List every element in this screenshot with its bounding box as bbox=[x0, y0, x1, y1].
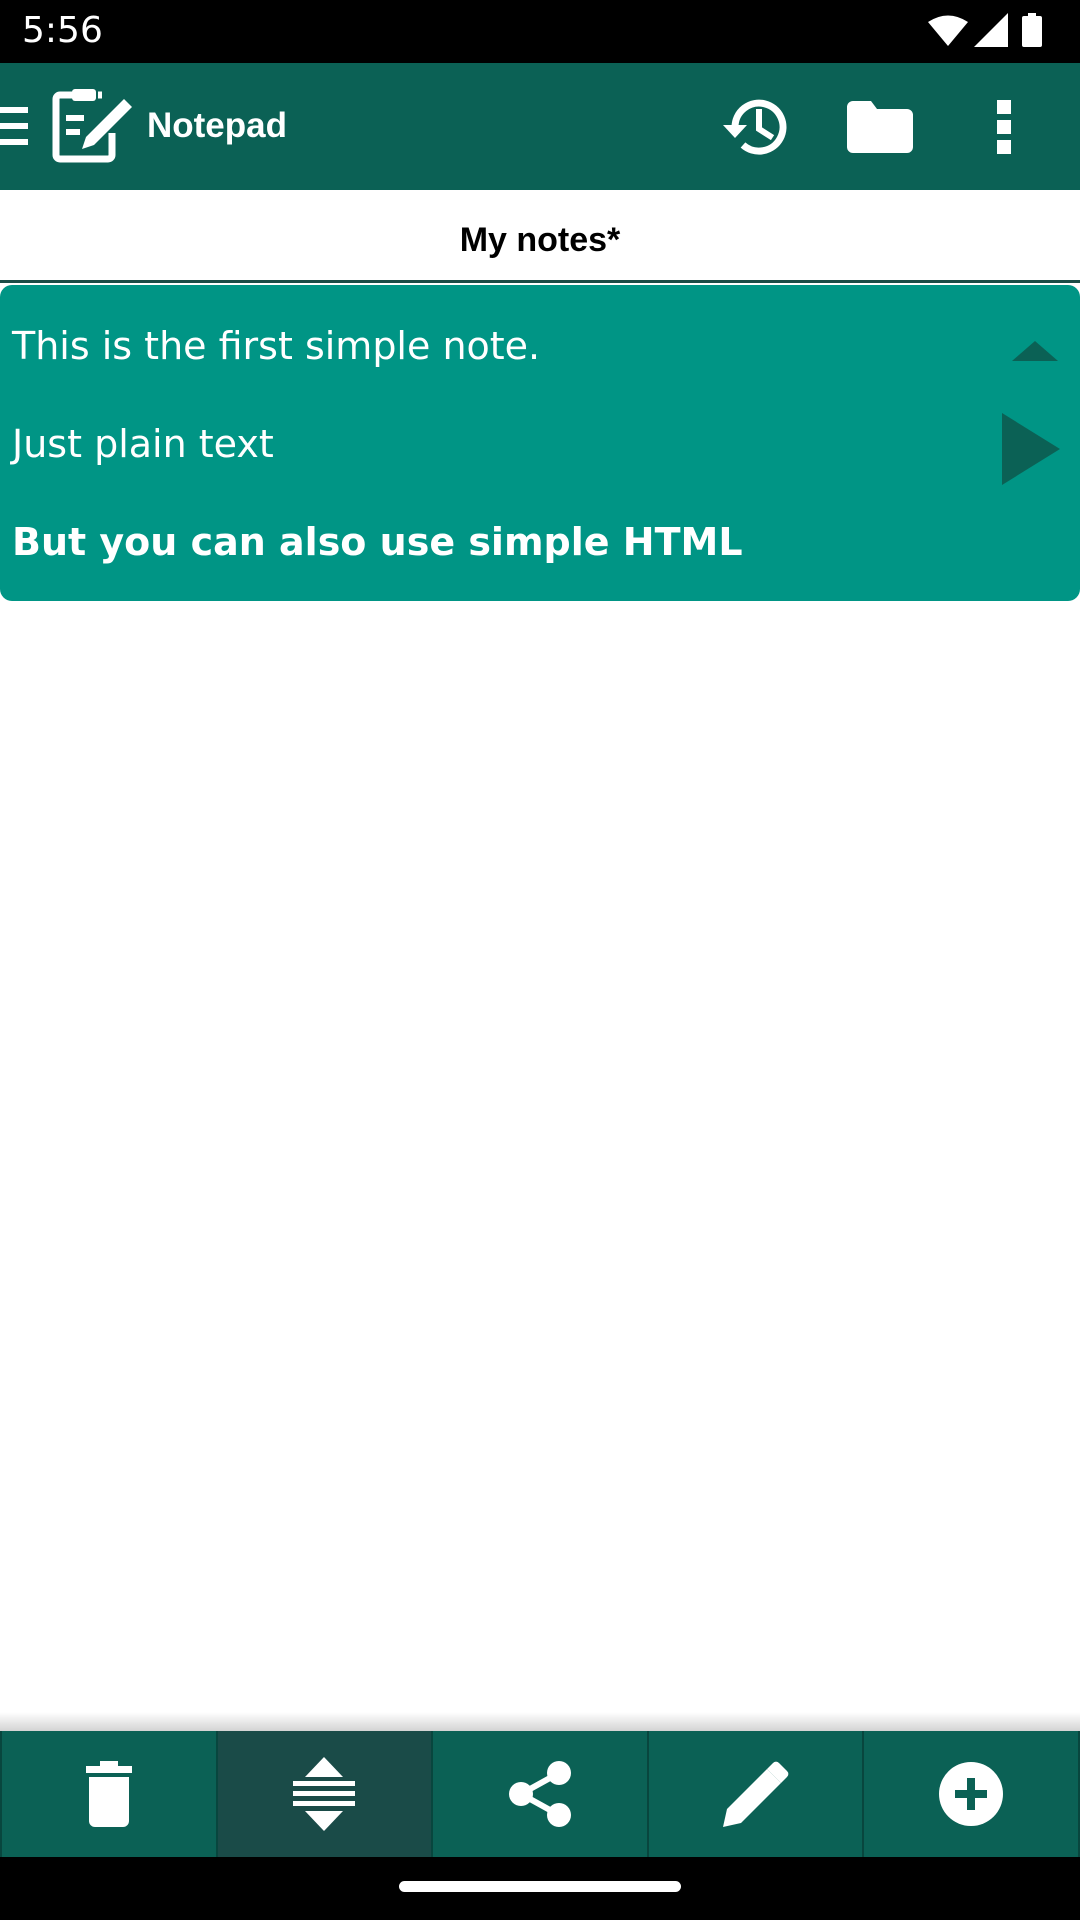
battery-icon bbox=[1022, 13, 1042, 47]
status-bar: 5:56 bbox=[0, 0, 1080, 63]
more-vert-icon bbox=[997, 99, 1011, 154]
wifi-icon bbox=[928, 15, 968, 46]
tab-bar: My notes* bbox=[0, 190, 1080, 283]
folder-button[interactable] bbox=[825, 63, 935, 190]
note-line: But you can also use simple HTML bbox=[12, 520, 743, 564]
menu-icon[interactable] bbox=[0, 107, 28, 145]
home-gesture-handle[interactable] bbox=[399, 1881, 681, 1892]
signal-icon bbox=[974, 13, 1008, 47]
toolbar-shadow bbox=[0, 1712, 1080, 1732]
status-icons bbox=[840, 0, 1080, 63]
note-card[interactable]: This is the first simple note. Just plai… bbox=[0, 285, 1080, 601]
navigation-bar bbox=[0, 1857, 1080, 1920]
delete-icon bbox=[85, 1761, 132, 1827]
folder-icon bbox=[847, 100, 913, 153]
app-title: Notepad bbox=[147, 106, 287, 145]
share-icon bbox=[508, 1761, 571, 1827]
expand-collapse-icon bbox=[293, 1757, 356, 1831]
note-line: Just plain text bbox=[12, 422, 274, 466]
notepad-edit-icon bbox=[52, 89, 132, 163]
screen: 5:56 Notepad My notes* This is the first… bbox=[0, 0, 1080, 1920]
history-icon bbox=[723, 99, 787, 155]
share-button[interactable] bbox=[433, 1731, 649, 1857]
history-button[interactable] bbox=[700, 63, 810, 190]
expand-collapse-button[interactable] bbox=[217, 1731, 434, 1857]
note-line: This is the first simple note. bbox=[12, 324, 541, 368]
tab-my-notes[interactable]: My notes* bbox=[0, 190, 1080, 280]
add-note-button[interactable] bbox=[864, 1731, 1080, 1857]
delete-button[interactable] bbox=[0, 1731, 218, 1857]
overflow-menu-button[interactable] bbox=[950, 63, 1060, 190]
status-time: 5:56 bbox=[22, 10, 103, 51]
add-circle-icon bbox=[939, 1762, 1004, 1826]
app-bar: Notepad bbox=[0, 63, 1080, 190]
edit-icon bbox=[722, 1761, 788, 1827]
bottom-toolbar bbox=[0, 1731, 1080, 1857]
edit-button[interactable] bbox=[649, 1731, 865, 1857]
play-icon[interactable] bbox=[1002, 413, 1060, 485]
collapse-up-icon[interactable] bbox=[1012, 341, 1058, 361]
